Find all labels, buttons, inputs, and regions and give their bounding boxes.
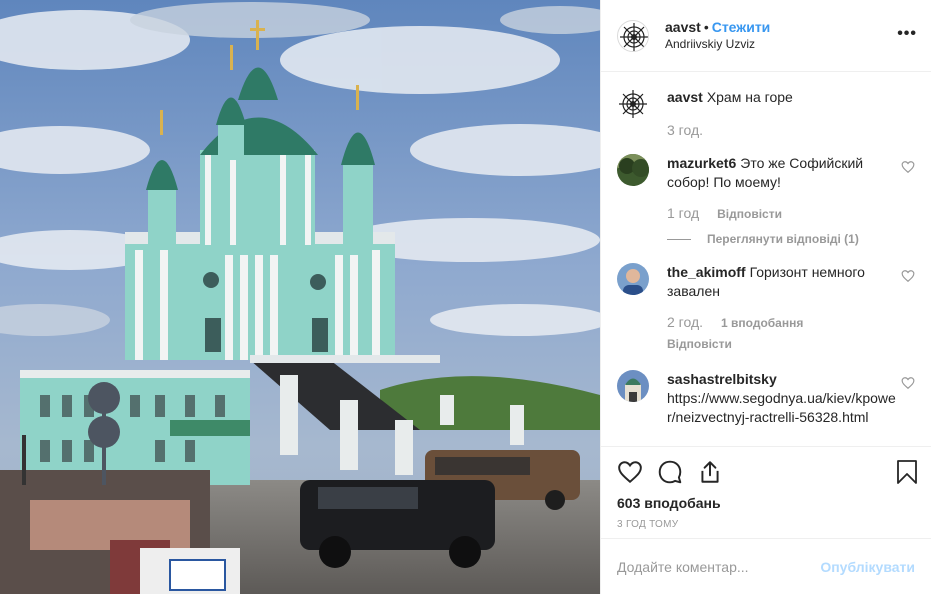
more-options-icon[interactable]: •••	[897, 26, 917, 42]
replies-line	[667, 239, 691, 240]
post-timestamp[interactable]: 3 год тому	[617, 519, 915, 530]
separator-dot: •	[703, 18, 709, 35]
comment-username[interactable]: mazurket6	[667, 155, 736, 171]
view-replies-label: Переглянути відповіді (1)	[707, 232, 859, 246]
commenter-avatar[interactable]	[617, 154, 649, 186]
author-avatar[interactable]	[617, 19, 649, 52]
comment-username[interactable]: sashastrelbitsky	[667, 371, 777, 387]
author-avatar-small[interactable]	[617, 88, 649, 120]
comment-item: mazurket6 Это же Софийский собор! По моем…	[617, 154, 915, 249]
comment-input[interactable]	[617, 558, 817, 575]
comment-item: sashastrelbitsky https://www.segodnya.ua/…	[617, 370, 915, 427]
follow-button[interactable]: Стежити	[712, 19, 771, 35]
landscape-avatar-icon	[617, 154, 649, 186]
comment-like-heart-icon[interactable]	[901, 376, 915, 390]
reply-button[interactable]: Відповісти	[717, 205, 782, 224]
publish-button[interactable]: Опублікувати	[820, 559, 915, 575]
post-viewer: aavst • Стежити Andriivskiy Uzviz ••• aa…	[0, 0, 931, 594]
comment-like-heart-icon[interactable]	[901, 160, 915, 174]
commenter-avatar[interactable]	[617, 370, 649, 402]
comments-list: aavst Храм на горе 3 год. mazurket6 Это же…	[601, 72, 931, 446]
post-sidebar: aavst • Стежити Andriivskiy Uzviz ••• aa…	[600, 0, 931, 594]
commenter-avatar[interactable]	[617, 263, 649, 295]
comment-icon[interactable]	[657, 459, 683, 485]
caption: aavst Храм на горе 3 год.	[617, 88, 915, 140]
post-photo[interactable]	[0, 0, 600, 594]
bookmark-icon[interactable]	[895, 459, 919, 485]
comment-link[interactable]: https://www.segodnya.ua/kiev/kpower/neiz…	[667, 390, 896, 425]
abstract-avatar-icon	[618, 89, 648, 119]
abstract-avatar-icon	[619, 21, 648, 51]
reply-button[interactable]: Відповісти	[667, 335, 732, 354]
share-icon[interactable]	[697, 459, 723, 485]
view-replies-button[interactable]: Переглянути відповіді (1)	[667, 230, 899, 249]
post-actions: 603 вподобань 3 год тому	[601, 446, 931, 538]
add-comment-bar: Опублікувати	[601, 538, 931, 594]
comment-likes[interactable]: 1 вподобання	[721, 314, 803, 333]
likes-count[interactable]: 603 вподобань	[617, 495, 915, 511]
author-username[interactable]: aavst	[665, 19, 701, 35]
comment-text: Храм на горе	[706, 89, 793, 105]
post-header: aavst • Стежити Andriivskiy Uzviz •••	[601, 0, 931, 72]
heart-icon[interactable]	[617, 459, 643, 485]
comment-time[interactable]: 2 год.	[667, 313, 703, 332]
comment-username[interactable]: aavst	[667, 89, 703, 105]
church-avatar-icon	[617, 370, 649, 402]
comment-time[interactable]: 1 год	[667, 204, 699, 223]
person-avatar-icon	[617, 263, 649, 295]
comment-time[interactable]: 3 год.	[667, 121, 703, 140]
comment-item: the_akimoff Горизонт немного завален 2 го…	[617, 263, 915, 354]
comment-like-heart-icon[interactable]	[901, 269, 915, 283]
post-location[interactable]: Andriivskiy Uzviz	[665, 36, 770, 53]
comment-username[interactable]: the_akimoff	[667, 264, 746, 280]
church-photo	[0, 0, 600, 594]
